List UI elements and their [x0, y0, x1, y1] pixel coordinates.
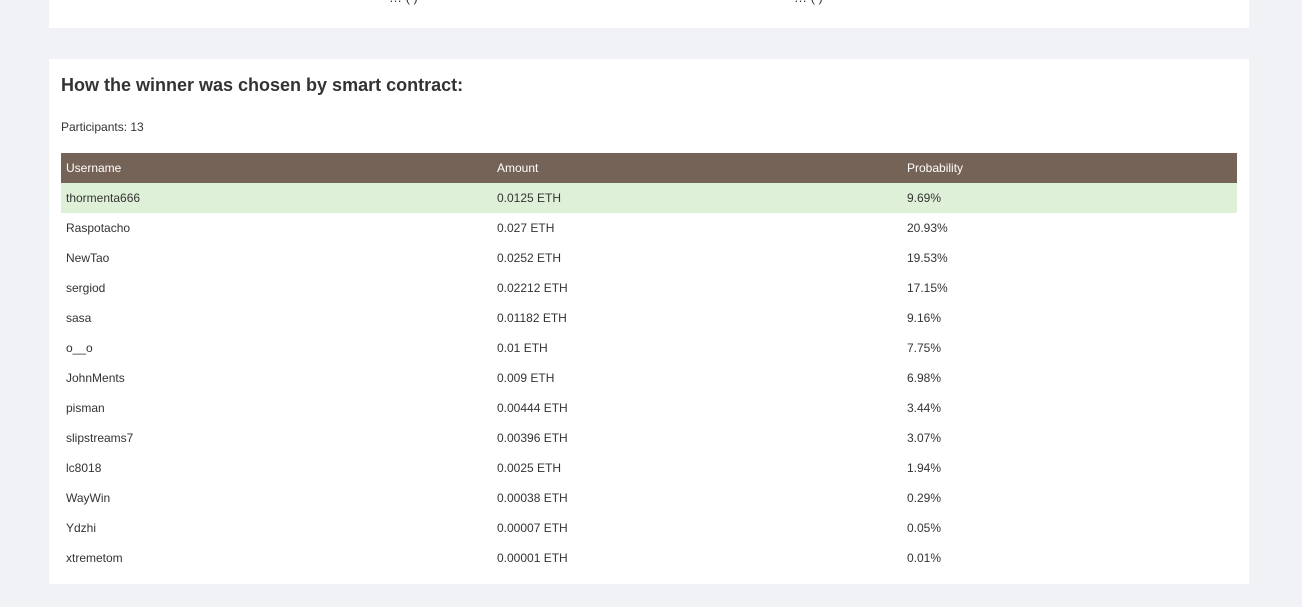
cell-username: WayWin	[66, 491, 111, 505]
cell-username: pisman	[66, 401, 105, 415]
cell-username: o__o	[66, 341, 93, 355]
table-row: Ydzhi 0.00007 ETH 0.05%	[61, 513, 1237, 543]
table-body: thormenta666 0.0125 ETH 9.69% Raspotacho…	[61, 183, 1237, 573]
column-header-amount: Amount	[497, 161, 539, 175]
cut-off-text-left: … ( )	[389, 0, 418, 5]
previous-card: … ( ) … ( )	[49, 0, 1249, 28]
table-row: Raspotacho 0.027 ETH 20.93%	[61, 213, 1237, 243]
table-row: NewTao 0.0252 ETH 19.53%	[61, 243, 1237, 273]
cell-probability: 19.53%	[907, 251, 948, 265]
cell-amount: 0.01 ETH	[497, 341, 548, 355]
cell-amount: 0.0125 ETH	[497, 191, 562, 205]
cell-amount: 0.009 ETH	[497, 371, 555, 385]
cell-amount: 0.01182 ETH	[497, 311, 567, 325]
table-row: JohnMents 0.009 ETH 6.98%	[61, 363, 1237, 393]
participants-table: Username Amount Probability thormenta666…	[61, 153, 1237, 573]
table-row: WayWin 0.00038 ETH 0.29%	[61, 483, 1237, 513]
cell-probability: 0.01%	[907, 551, 942, 565]
column-header-probability: Probability	[907, 161, 964, 175]
cell-probability: 0.29%	[907, 491, 942, 505]
table-row: slipstreams7 0.00396 ETH 3.07%	[61, 423, 1237, 453]
cell-amount: 0.02212 ETH	[497, 281, 568, 295]
table-row: xtremetom 0.00001 ETH 0.01%	[61, 543, 1237, 573]
cell-username: Ydzhi	[66, 521, 97, 535]
table-row: pisman 0.00444 ETH 3.44%	[61, 393, 1237, 423]
table-row: sasa 0.01182 ETH 9.16%	[61, 303, 1237, 333]
cell-probability: 3.44%	[907, 401, 942, 415]
cell-probability: 7.75%	[907, 341, 942, 355]
cell-username: NewTao	[66, 251, 110, 265]
cell-probability: 0.05%	[907, 521, 942, 535]
cell-username: xtremetom	[66, 551, 123, 565]
cell-probability: 17.15%	[907, 281, 948, 295]
participants-count: Participants: 13	[61, 120, 144, 134]
cell-username: sasa	[66, 311, 92, 325]
column-header-username: Username	[66, 161, 122, 175]
cut-off-text-right: … ( )	[794, 0, 823, 5]
cell-amount: 0.00444 ETH	[497, 401, 568, 415]
cell-amount: 0.00038 ETH	[497, 491, 568, 505]
cell-username: JohnMents	[66, 371, 125, 385]
winner-selection-card: How the winner was chosen by smart contr…	[49, 59, 1249, 584]
cell-username: slipstreams7	[66, 431, 134, 445]
cell-probability: 1.94%	[907, 461, 942, 475]
cell-amount: 0.027 ETH	[497, 221, 555, 235]
table-header-row: Username Amount Probability	[61, 153, 1237, 183]
table-row: o__o 0.01 ETH 7.75%	[61, 333, 1237, 363]
cell-probability: 9.16%	[907, 311, 942, 325]
cell-username: thormenta666	[66, 191, 141, 205]
cell-probability: 9.69%	[907, 191, 942, 205]
table-row: lc8018 0.0025 ETH 1.94%	[61, 453, 1237, 483]
table-row-winner: thormenta666 0.0125 ETH 9.69%	[61, 183, 1237, 213]
cell-amount: 0.0252 ETH	[497, 251, 562, 265]
cell-username: sergiod	[66, 281, 106, 295]
cell-amount: 0.00396 ETH	[497, 431, 568, 445]
cell-probability: 20.93%	[907, 221, 948, 235]
table-header: Username Amount Probability	[61, 153, 1237, 183]
cell-amount: 0.00001 ETH	[497, 551, 568, 565]
section-title: How the winner was chosen by smart contr…	[61, 75, 464, 95]
cell-probability: 6.98%	[907, 371, 942, 385]
cell-amount: 0.0025 ETH	[497, 461, 562, 475]
cell-username: lc8018	[66, 461, 102, 475]
table-row: sergiod 0.02212 ETH 17.15%	[61, 273, 1237, 303]
cell-amount: 0.00007 ETH	[497, 521, 568, 535]
cell-username: Raspotacho	[66, 221, 131, 235]
cell-probability: 3.07%	[907, 431, 942, 445]
